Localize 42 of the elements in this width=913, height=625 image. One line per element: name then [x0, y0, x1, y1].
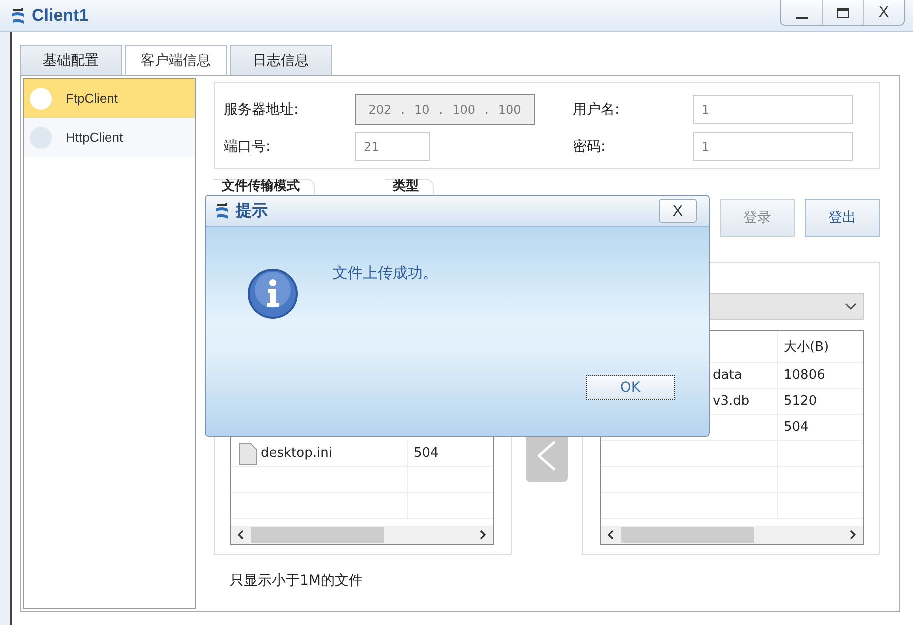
sidebar-item[interactable]: HttpClient: [24, 118, 195, 157]
scroll-right-icon: [849, 530, 857, 540]
status-dot-icon: [30, 88, 52, 110]
action-button[interactable]: 登出: [805, 199, 880, 237]
file-size-cell-text: 504: [413, 445, 439, 463]
tab[interactable]: 基础配置: [20, 45, 122, 75]
tab[interactable]: 日志信息: [230, 45, 332, 75]
horizontal-scrollbar[interactable]: [231, 526, 493, 544]
tab[interactable]: 客户端信息: [125, 45, 227, 75]
window-title: Client1: [32, 6, 89, 26]
close-button[interactable]: X: [659, 199, 697, 223]
column-header: 大小(B): [783, 338, 830, 356]
sidebar-item-label: HttpClient: [66, 130, 124, 145]
file-name-cell: data: [713, 368, 742, 383]
file-name-cell: v3.db: [713, 394, 750, 409]
scroll-right-icon: [479, 530, 487, 540]
file-size-cell-text: 10806: [783, 367, 826, 385]
ip-address-field[interactable]: 202 . 10 . 100 . 100: [355, 94, 535, 125]
maximize-icon: [836, 6, 850, 18]
port-field[interactable]: 21: [355, 132, 430, 161]
password-field[interactable]: 1: [693, 132, 853, 161]
username-label: 用户名:: [573, 100, 621, 118]
dialog-message: 文件上传成功。: [333, 264, 438, 283]
server-address-label: 服务器地址:: [224, 100, 300, 118]
username-field[interactable]: 1: [693, 95, 853, 124]
file-size-cell-text: 5120: [783, 393, 818, 411]
file-size-cell-text: 504: [783, 419, 809, 437]
file-name-cell: desktop.ini: [231, 441, 408, 466]
chevron-down-icon: [845, 302, 857, 310]
footer-note: 只显示小于1M的文件: [230, 572, 364, 590]
minimize-icon: [796, 16, 808, 18]
horizontal-scrollbar[interactable]: [601, 526, 863, 544]
sidebar-item[interactable]: FtpClient: [24, 79, 195, 118]
chevron-left-icon: [538, 441, 556, 471]
password-label: 密码:: [573, 138, 607, 156]
info-icon: [247, 268, 299, 320]
dialog-title: 提示: [236, 200, 268, 222]
ok-button[interactable]: OK: [586, 375, 675, 400]
scroll-left-icon: [607, 530, 615, 540]
sidebar-item-label: FtpClient: [66, 91, 118, 106]
port-label: 端口号:: [224, 138, 272, 156]
scroll-left-icon: [237, 530, 245, 540]
